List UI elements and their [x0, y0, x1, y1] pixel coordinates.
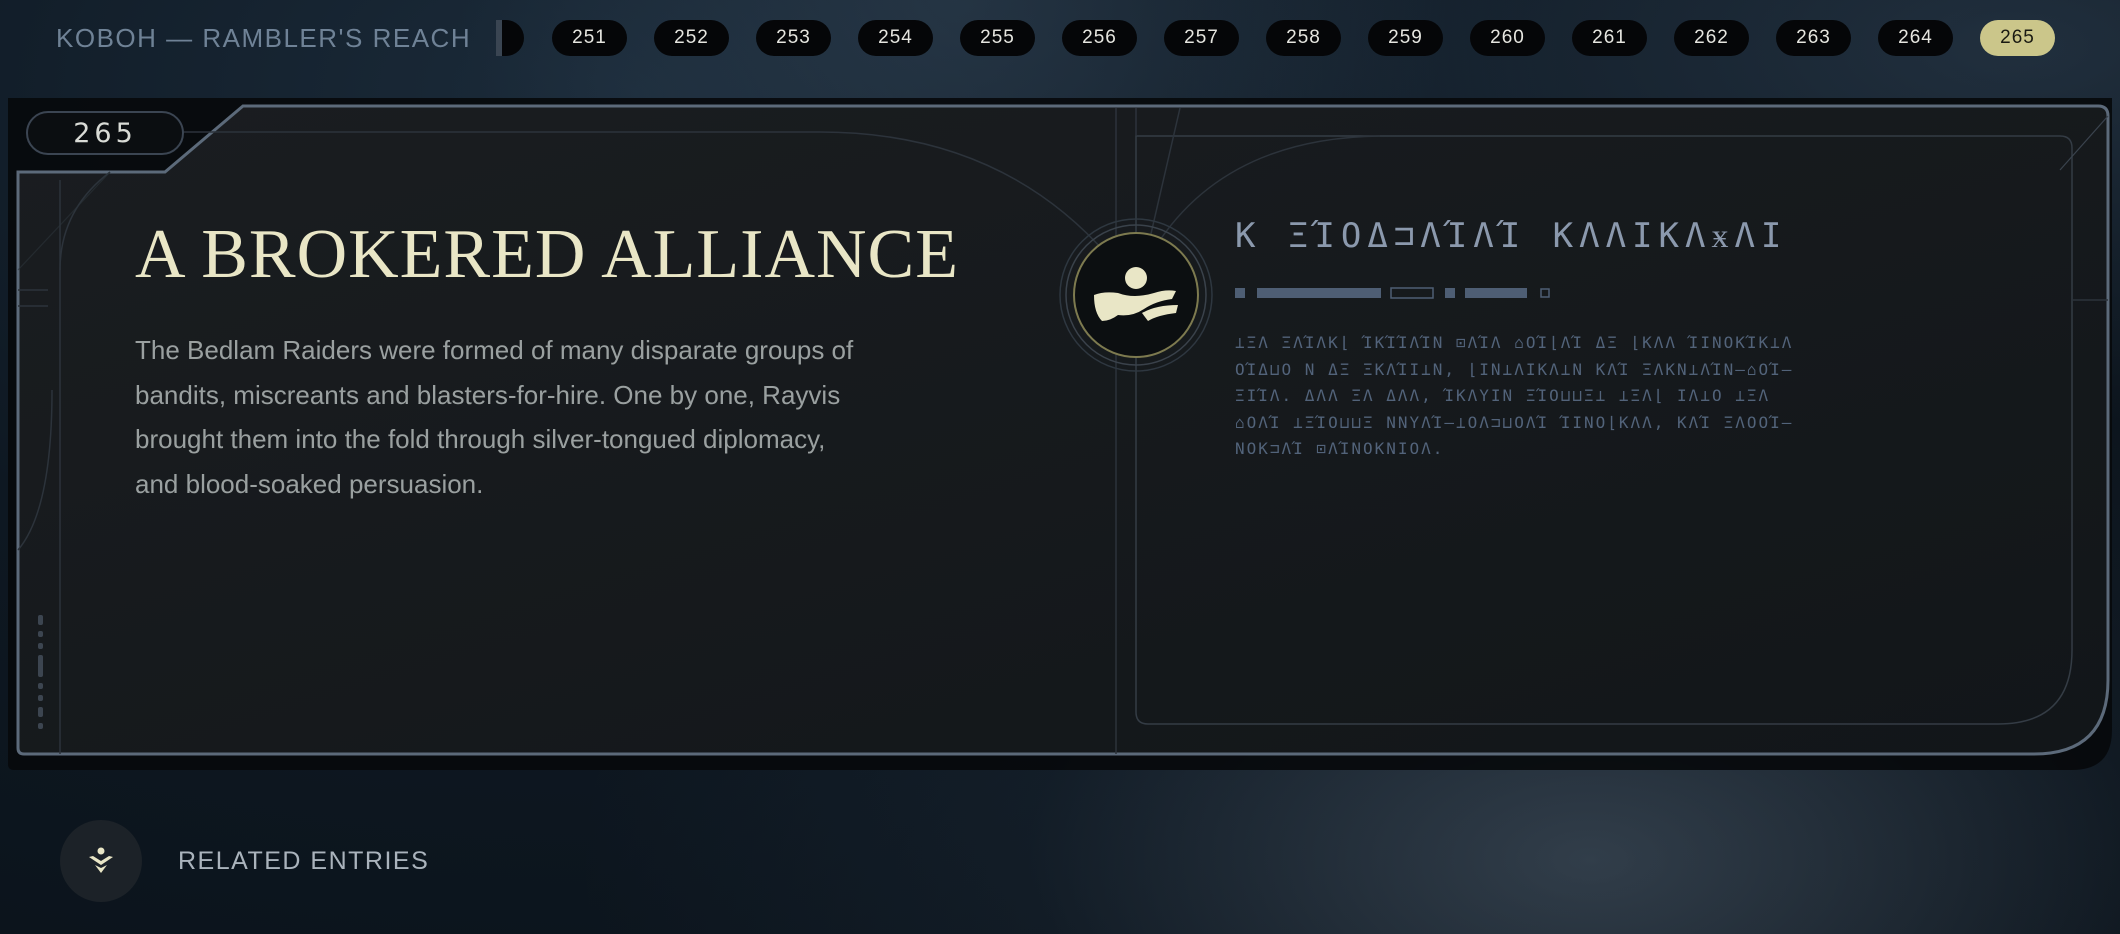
- page-number-256[interactable]: 256: [1062, 20, 1137, 56]
- aurebesh-line: ΟΊΔ⊔Ο Ν ΔΞ ΞΚΛΊΙ⊥Ν, ⌊ΙΝ⊥ΛΙΚΛ⊥Ν ΚΛΊ ΞΛΚΝ⊥…: [1235, 359, 1794, 379]
- related-entries-label[interactable]: RELATED ENTRIES: [178, 843, 429, 879]
- page-number-260[interactable]: 260: [1470, 20, 1545, 56]
- aurebesh-line: ⌂ΟΛΊ ⊥ΞΊΟ⊔⊔Ξ ΝΝΥΛΊ–⊥ΟΛ⊐⊔ΟΛΊ ΊΙΝΟ⌊ΚΛΛ, ΚΛ…: [1235, 412, 1794, 432]
- entry-number-badge: 265: [26, 111, 184, 155]
- aurebesh-title: K ΞΊΟΔ⊐ΛΊΛΊ ΚΛΛΙΚΛӿΛΙ: [1235, 216, 1788, 256]
- region-title: KOBOH — RAMBLER'S REACH: [56, 23, 472, 53]
- related-entries-icon: [89, 847, 113, 873]
- page-number-261[interactable]: 261: [1572, 20, 1647, 56]
- page-number-259[interactable]: 259: [1368, 20, 1443, 56]
- databank-entry-card: 265 A BROKERED ALLIANCE The Bedlam Raide…: [0, 90, 2120, 780]
- aurebesh-description: ⊥ΞΛ ΞΛΊΛΚ⌊ ΊΚΊΊΛΊΝ ⊡ΛΊΛ ⌂ΟΊ⌊ΛΊ ΔΞ ⌊ΚΛΛ Ί…: [1235, 330, 1980, 463]
- page-number-263[interactable]: 263: [1776, 20, 1851, 56]
- bedlam-raiders-emblem-icon: [1058, 217, 1214, 373]
- related-entries-button[interactable]: [60, 820, 142, 902]
- aurebesh-line: ΞΙΊΛ. ΔΛΛ ΞΛ ΔΛΛ, ΊΚΛΥΙΝ ΞΊΟ⊔⊔Ξ⊥ ⊥ΞΛ⌊ ΙΛ…: [1235, 386, 1771, 405]
- page-number-264[interactable]: 264: [1878, 20, 1953, 56]
- page-number-252[interactable]: 252: [654, 20, 729, 56]
- page-number-262[interactable]: 262: [1674, 20, 1749, 56]
- page-number-258[interactable]: 258: [1266, 20, 1341, 56]
- page-number-list: 251 252 253 254 255 256 257 258 259 260 261 262 263 2…: [552, 20, 2055, 56]
- page-number-253[interactable]: 253: [756, 20, 831, 56]
- aurebesh-line: ⊥ΞΛ ΞΛΊΛΚ⌊ ΊΚΊΊΛΊΝ ⊡ΛΊΛ ⌂ΟΊ⌊ΛΊ ΔΞ ⌊ΚΛΛ Ί…: [1235, 333, 1794, 352]
- page-number-251[interactable]: 251: [552, 20, 627, 56]
- page-navigation-bar: KOBOH — RAMBLER'S REACH 251 252 253 254 255 2…: [0, 0, 2120, 76]
- page-number-257[interactable]: 257: [1164, 20, 1239, 56]
- page-number-265[interactable]: 265: [1980, 20, 2055, 56]
- previous-pages-indicator[interactable]: [496, 20, 524, 56]
- aurebesh-divider: [1235, 287, 1550, 299]
- entry-title: A BROKERED ALLIANCE: [135, 216, 959, 293]
- page-number-255[interactable]: 255: [960, 20, 1035, 56]
- entry-description: The Bedlam Raiders were formed of many d…: [135, 335, 854, 499]
- page-number-254[interactable]: 254: [858, 20, 933, 56]
- aurebesh-line: ΝΟΚ⊐ΛΊ ⊡ΛΊΝΟΚΝΙΟΛ.: [1235, 439, 1445, 458]
